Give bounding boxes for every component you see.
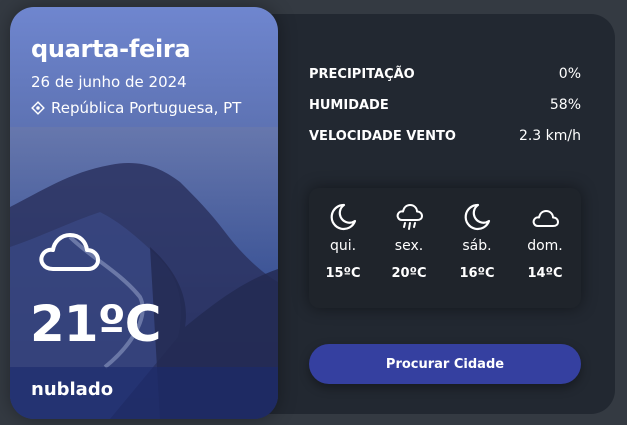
location-text: República Portuguesa, PT xyxy=(51,99,242,117)
location-pin-icon xyxy=(31,101,45,115)
forecast-day-label: sex. xyxy=(394,238,424,254)
detail-value: 2.3 km/h xyxy=(518,128,581,144)
moon-icon xyxy=(464,203,491,231)
detail-value: 58% xyxy=(549,97,581,113)
detail-row-precipitation: PRECIPITAÇÃO 0% xyxy=(309,66,581,82)
forecast-day: qui. 15ºC xyxy=(309,202,377,281)
rain-cloud-icon xyxy=(396,204,423,230)
cloud-icon xyxy=(39,233,100,271)
search-city-button[interactable]: Procurar Cidade xyxy=(309,344,581,384)
detail-value: 0% xyxy=(558,66,581,82)
forecast-day: sex. 20ºC xyxy=(375,202,443,281)
weather-card: quarta-feira 26 de junho de 2024 Repúbli… xyxy=(10,7,278,419)
temperature: 21ºC xyxy=(30,295,161,353)
week-forecast: qui. 15ºC sex. 20ºC sáb. 16ºC dom. 14ºC xyxy=(309,188,581,308)
weather-description: nublado xyxy=(31,379,114,400)
forecast-day-temp: 14ºC xyxy=(527,266,563,281)
forecast-day: dom. 14ºC xyxy=(511,202,579,281)
forecast-day: sáb. 16ºC xyxy=(443,202,511,281)
cloud-icon xyxy=(532,210,559,227)
detail-row-wind-speed: VELOCIDADE VENTO 2.3 km/h xyxy=(309,128,581,144)
forecast-day-temp: 15ºC xyxy=(325,266,361,281)
forecast-day-label: sáb. xyxy=(462,238,492,254)
moon-icon xyxy=(330,203,357,231)
forecast-day-temp: 20ºC xyxy=(391,266,427,281)
detail-title: PRECIPITAÇÃO xyxy=(309,66,415,82)
forecast-day-label: qui. xyxy=(329,238,357,254)
detail-title: VELOCIDADE VENTO xyxy=(309,128,456,144)
location: República Portuguesa, PT xyxy=(31,99,241,117)
landscape-background xyxy=(10,7,278,419)
day-name: quarta-feira xyxy=(31,35,191,63)
forecast-day-label: dom. xyxy=(527,238,563,254)
date: 26 de junho de 2024 xyxy=(31,73,187,91)
detail-title: HUMIDADE xyxy=(309,97,389,113)
forecast-day-temp: 16ºC xyxy=(459,266,495,281)
detail-row-humidity: HUMIDADE 58% xyxy=(309,97,581,113)
